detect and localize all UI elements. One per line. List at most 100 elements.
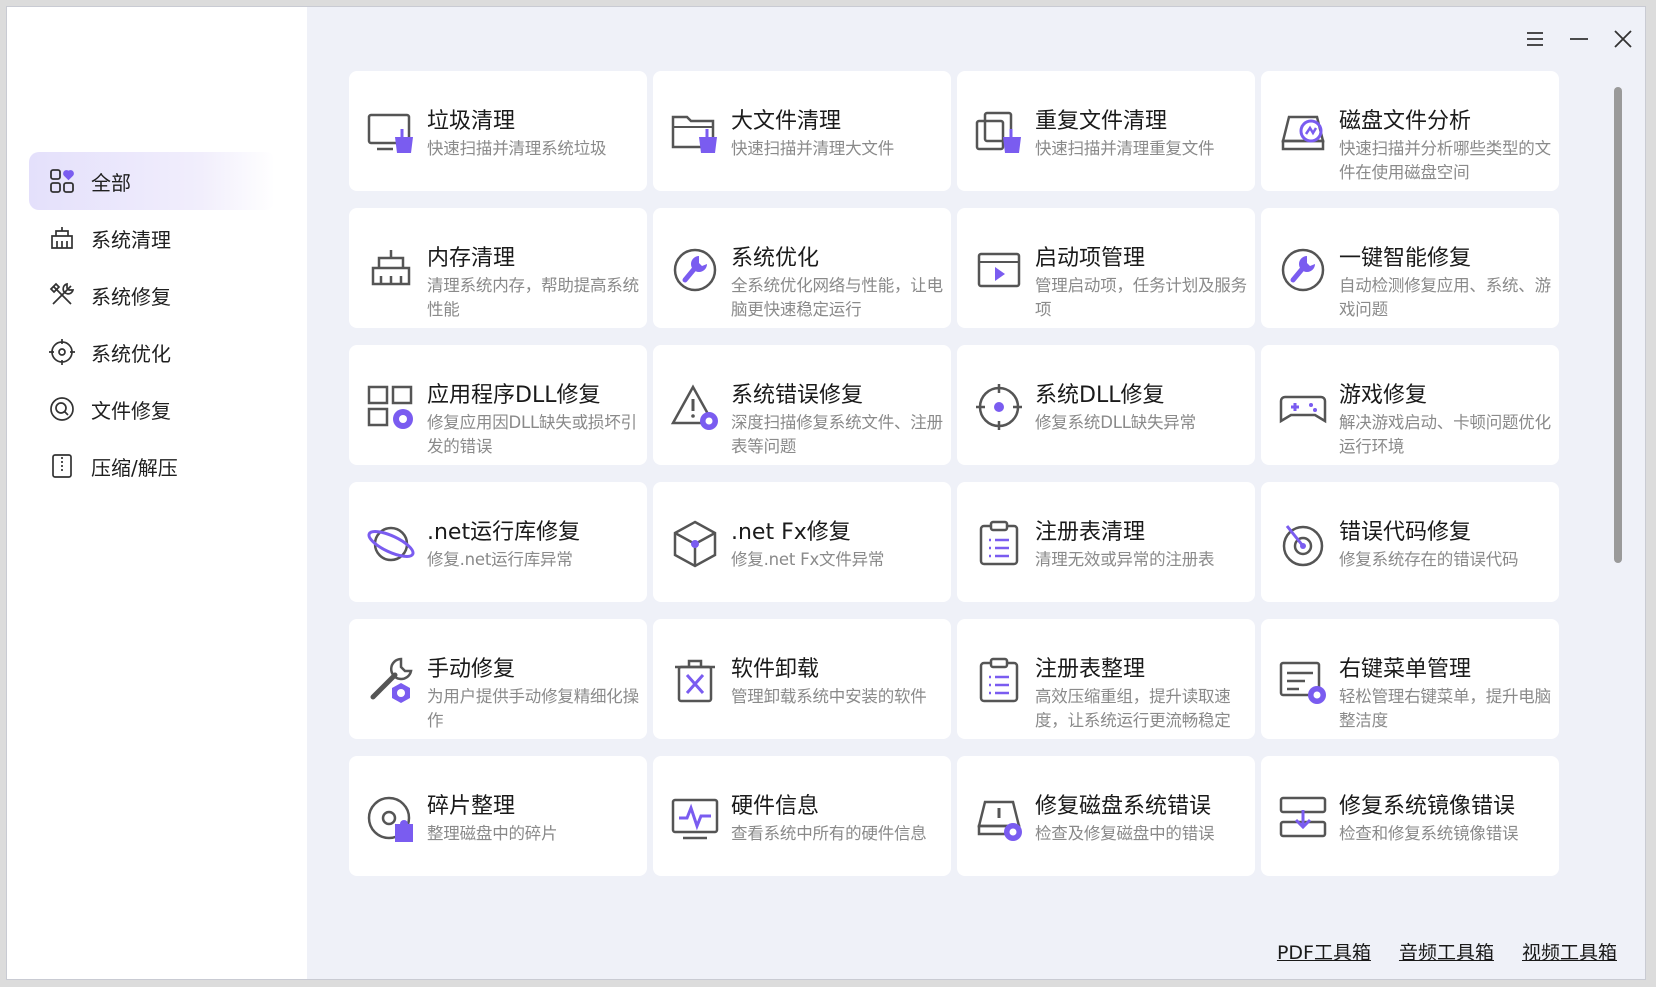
image-download-icon	[1277, 792, 1329, 844]
trash-x-icon	[669, 655, 721, 707]
tool-card[interactable]: 应用程序DLL修复 修复应用因DLL缺失或损坏引发的错误	[349, 345, 647, 465]
tool-title: 系统DLL修复	[1035, 383, 1165, 408]
tool-card[interactable]: 注册表清理 清理无效或异常的注册表	[957, 482, 1255, 602]
sidebar-item-system-repair[interactable]: 系统修复	[29, 266, 275, 324]
dial-icon	[1277, 518, 1329, 570]
tool-card[interactable]: 手动修复 为用户提供手动修复精细化操作	[349, 619, 647, 739]
planet-icon	[365, 518, 417, 570]
search-wrench-icon	[47, 394, 77, 424]
tool-card[interactable]: 大文件清理快速扫描并清理大文件	[653, 71, 951, 191]
tool-card[interactable]: 修复磁盘系统错误检查及修复磁盘中的错误	[957, 756, 1255, 876]
tool-description: 管理启动项，任务计划及服务项	[1035, 276, 1247, 319]
monitor-broom-icon	[365, 107, 417, 159]
tool-card[interactable]: 软件卸载 管理卸载系统中安装的软件	[653, 619, 951, 739]
sidebar-item-label: 系统修复	[91, 284, 171, 309]
tool-title: 硬件信息	[731, 794, 820, 819]
tool-description: 检查及修复磁盘中的错误	[1035, 824, 1215, 843]
tool-title: 大文件清理	[731, 109, 842, 134]
tool-description: 高效压缩重组，提升读取速度，让系统运行更流畅稳定	[1035, 687, 1231, 730]
menu-repair-icon	[1277, 655, 1329, 707]
tool-card[interactable]: .net运行库修复修复.net运行库异常	[349, 482, 647, 602]
menu-icon	[1527, 32, 1543, 46]
wrench-circle-icon	[1277, 244, 1329, 296]
tool-title: 修复系统镜像错误	[1339, 794, 1516, 819]
tool-title: 启动项管理	[1035, 246, 1146, 271]
sidebar-item-compress[interactable]: 压缩/解压	[29, 437, 275, 495]
tool-title: 注册表清理	[1035, 520, 1146, 545]
disk-warning-icon	[973, 792, 1025, 844]
minimize-button[interactable]	[1557, 19, 1601, 59]
sidebar-item-system-optimize[interactable]: 系统优化	[29, 323, 275, 381]
sidebar-item-label: 文件修复	[91, 398, 171, 423]
tool-title: 应用程序DLL修复	[427, 383, 601, 408]
tool-card[interactable]: 内存清理 清理系统内存，帮助提高系统性能	[349, 208, 647, 328]
tool-card[interactable]: 启动项管理管理启动项，任务计划及服务项	[957, 208, 1255, 328]
warning-repair-icon	[669, 381, 721, 433]
tool-title: .net运行库修复	[427, 520, 581, 545]
tool-description: 快速扫描并分析哪些类型的文件在使用磁盘空间	[1339, 139, 1551, 182]
footer-links: PDF工具箱 音频工具箱 视频工具箱	[1277, 938, 1645, 965]
tool-description: 查看系统中所有的硬件信息	[731, 824, 927, 843]
minimize-icon	[1570, 38, 1588, 40]
menu-button[interactable]	[1513, 19, 1557, 59]
tool-description: 快速扫描并清理重复文件	[1035, 139, 1215, 158]
tool-title: 内存清理	[427, 246, 516, 271]
tool-description: 修复.net Fx文件异常	[731, 550, 885, 569]
sidebar-item-label: 压缩/解压	[91, 455, 178, 480]
tool-card[interactable]: 系统错误修复 深度扫描修复系统文件、注册表等问题	[653, 345, 951, 465]
pdf-toolbox-link[interactable]: PDF工具箱	[1277, 938, 1371, 965]
tool-description: 解决游戏启动、卡顿问题优化运行环境	[1339, 413, 1551, 456]
tool-title: .net Fx修复	[731, 520, 851, 545]
wrench-gear-icon	[365, 655, 417, 707]
vertical-scrollbar[interactable]	[1609, 63, 1625, 915]
wrench-circle-icon	[669, 244, 721, 296]
tool-description: 快速扫描并清理系统垃圾	[427, 139, 607, 158]
tool-card[interactable]: 垃圾清理快速扫描并清理系统垃圾	[349, 71, 647, 191]
tool-description: 检查和修复系统镜像错误	[1339, 824, 1519, 843]
tool-description: 快速扫描并清理大文件	[731, 139, 895, 158]
disc-puzzle-icon	[365, 792, 417, 844]
sidebar-item-label: 全部	[91, 170, 131, 195]
tool-card[interactable]: 系统优化 全系统优化网络与性能，让电脑更快速稳定运行	[653, 208, 951, 328]
tool-card[interactable]: 系统DLL修复 修复系统DLL缺失异常	[957, 345, 1255, 465]
app-window: 全部 系统清理 系统修复 系统优化 文件修复 压缩/解压 垃圾清理 快速扫描并清…	[6, 6, 1646, 980]
close-button[interactable]	[1601, 19, 1645, 59]
tool-card[interactable]: .net Fx修复修复.net Fx文件异常	[653, 482, 951, 602]
tool-description: 轻松管理右键菜单，提升电脑整洁度	[1339, 687, 1551, 730]
close-icon	[1614, 30, 1632, 48]
broom-icon	[47, 223, 77, 253]
tool-card[interactable]: 一键智能修复 自动检测修复应用、系统、游戏问题	[1261, 208, 1559, 328]
tool-title: 一键智能修复	[1339, 246, 1472, 271]
disk-chart-icon	[1277, 107, 1329, 159]
tool-card[interactable]: 游戏修复 解决游戏启动、卡顿问题优化运行环境	[1261, 345, 1559, 465]
sidebar: 全部 系统清理 系统修复 系统优化 文件修复 压缩/解压	[7, 7, 307, 979]
sidebar-item-system-clean[interactable]: 系统清理	[29, 209, 275, 267]
tool-title: 修复磁盘系统错误	[1035, 794, 1212, 819]
cube-icon	[669, 518, 721, 570]
tool-card[interactable]: 磁盘文件分析 快速扫描并分析哪些类型的文件在使用磁盘空间	[1261, 71, 1559, 191]
tool-card[interactable]: 碎片整理 整理磁盘中的碎片	[349, 756, 647, 876]
tool-title: 垃圾清理	[427, 109, 516, 134]
sidebar-item-all[interactable]: 全部	[29, 152, 275, 210]
tool-title: 系统错误修复	[731, 383, 864, 408]
sidebar-item-file-repair[interactable]: 文件修复	[29, 380, 275, 438]
tool-card[interactable]: 注册表整理 高效压缩重组，提升读取速度，让系统运行更流畅稳定	[957, 619, 1255, 739]
scrollbar-thumb[interactable]	[1614, 87, 1622, 563]
audio-toolbox-link[interactable]: 音频工具箱	[1399, 938, 1494, 965]
tool-card[interactable]: 硬件信息查看系统中所有的硬件信息	[653, 756, 951, 876]
tool-description: 修复系统存在的错误代码	[1339, 550, 1519, 569]
tool-title: 软件卸载	[731, 657, 820, 682]
monitor-pulse-icon	[669, 792, 721, 844]
tool-card[interactable]: 错误代码修复 修复系统存在的错误代码	[1261, 482, 1559, 602]
folder-broom-icon	[669, 107, 721, 159]
tool-card[interactable]: 修复系统镜像错误检查和修复系统镜像错误	[1261, 756, 1559, 876]
clipboard-list-icon	[973, 518, 1025, 570]
tool-title: 重复文件清理	[1035, 109, 1168, 134]
video-toolbox-link[interactable]: 视频工具箱	[1522, 938, 1617, 965]
tool-title: 碎片整理	[427, 794, 516, 819]
tool-description: 修复.net运行库异常	[427, 550, 573, 569]
tool-card[interactable]: 右键菜单管理 轻松管理右键菜单，提升电脑整洁度	[1261, 619, 1559, 739]
play-window-icon	[973, 244, 1025, 296]
tool-description: 全系统优化网络与性能，让电脑更快速稳定运行	[731, 276, 943, 319]
tool-card[interactable]: 重复文件清理快速扫描并清理重复文件	[957, 71, 1255, 191]
